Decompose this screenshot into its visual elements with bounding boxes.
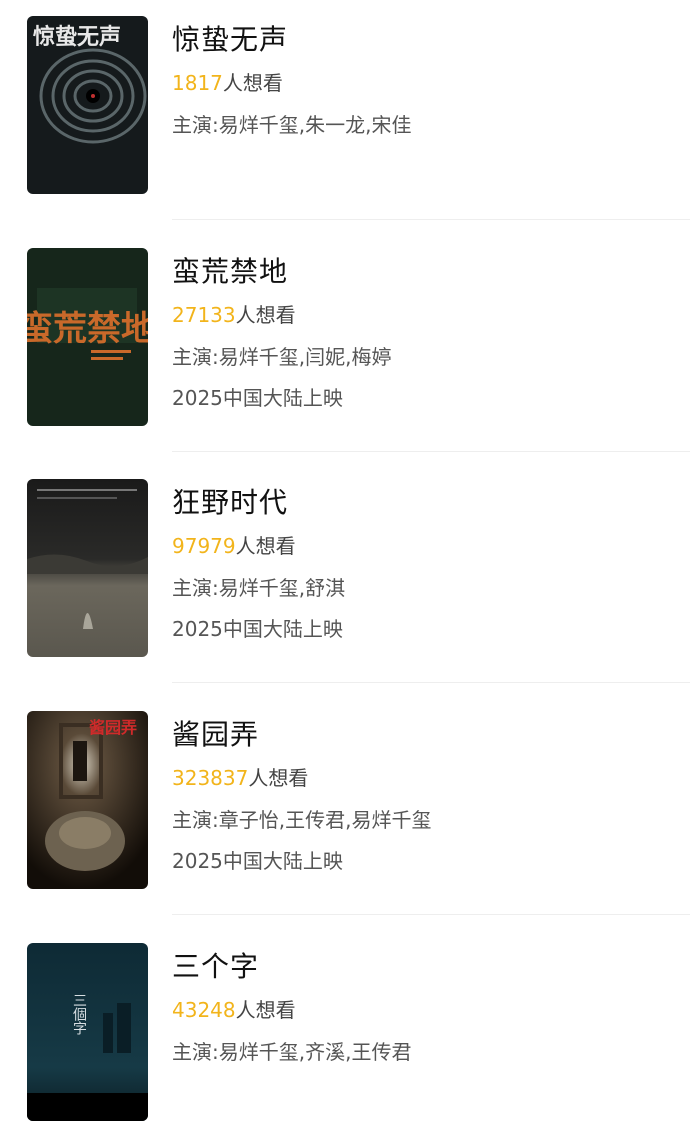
movie-title[interactable]: 蛮荒禁地 [172,254,288,290]
want-count: 97979 [172,534,236,558]
want-line: 27133人想看 [172,300,296,330]
poster-calligraphy: 三個字 [71,993,87,1035]
divider [172,682,690,683]
movie-item-jiangyuannong[interactable]: 酱园弄 酱园弄 323837人想看 主演:章子怡,王传君,易烊千玺 2025中国… [0,695,690,915]
poster-calligraphy: 惊蛰无声 [33,24,121,50]
poster-calligraphy: 酱园弄 [89,718,137,737]
want-count: 1817 [172,71,223,95]
want-line: 43248人想看 [172,995,296,1025]
release-info: 2025中国大陆上映 [172,849,343,873]
movie-poster[interactable]: 惊蛰无声 [27,16,148,194]
movie-cast: 主演:易烊千玺,齐溪,王传君 [172,1040,412,1064]
movie-title[interactable]: 狂野时代 [172,485,288,521]
want-suffix: 人想看 [235,303,296,327]
divider [172,914,690,915]
release-info: 2025中国大陆上映 [172,617,343,641]
poster-calligraphy: 蛮荒禁地 [27,309,148,349]
divider [172,219,690,220]
movie-list: 惊蛰无声 惊蛰无声 1817人想看 主演:易烊千玺,朱一龙,宋佳 蛮荒禁地 蛮荒… [0,0,690,1140]
movie-poster[interactable]: 蛮荒禁地 [27,248,148,426]
movie-title[interactable]: 酱园弄 [172,717,259,753]
movie-item-manhuang[interactable]: 蛮荒禁地 蛮荒禁地 27133人想看 主演:易烊千玺,闫妮,梅婷 2025中国大… [0,232,690,452]
want-count: 323837 [172,766,249,790]
movie-cast: 主演:易烊千玺,朱一龙,宋佳 [172,113,412,137]
movie-cast: 主演:易烊千玺,舒淇 [172,576,346,600]
want-suffix: 人想看 [222,71,283,95]
want-count: 43248 [172,998,236,1022]
poster-image-sangezi: 三個字 [27,943,148,1121]
poster-image-jiangyuannong: 酱园弄 [27,711,148,889]
movie-poster[interactable]: 酱园弄 [27,711,148,889]
want-suffix: 人想看 [235,534,296,558]
want-suffix: 人想看 [235,998,296,1022]
release-info: 2025中国大陆上映 [172,386,343,410]
want-line: 1817人想看 [172,68,283,98]
movie-title[interactable]: 三个字 [172,949,259,985]
movie-item-jingzhe[interactable]: 惊蛰无声 惊蛰无声 1817人想看 主演:易烊千玺,朱一龙,宋佳 [0,0,690,220]
want-count: 27133 [172,303,236,327]
want-line: 97979人想看 [172,531,296,561]
poster-image-jingzhe: 惊蛰无声 [27,16,148,194]
movie-poster[interactable] [27,479,148,657]
poster-image-kuangye [27,479,148,657]
poster-image-manhuang: 蛮荒禁地 [27,248,148,426]
movie-item-kuangye[interactable]: 狂野时代 97979人想看 主演:易烊千玺,舒淇 2025中国大陆上映 [0,463,690,683]
divider [172,451,690,452]
movie-poster[interactable]: 三個字 [27,943,148,1121]
movie-item-sangezi[interactable]: 三個字 三个字 43248人想看 主演:易烊千玺,齐溪,王传君 [0,927,690,1147]
want-line: 323837人想看 [172,763,308,793]
movie-cast: 主演:易烊千玺,闫妮,梅婷 [172,345,392,369]
movie-title[interactable]: 惊蛰无声 [172,22,288,58]
movie-cast: 主演:章子怡,王传君,易烊千玺 [172,808,432,832]
want-suffix: 人想看 [248,766,309,790]
